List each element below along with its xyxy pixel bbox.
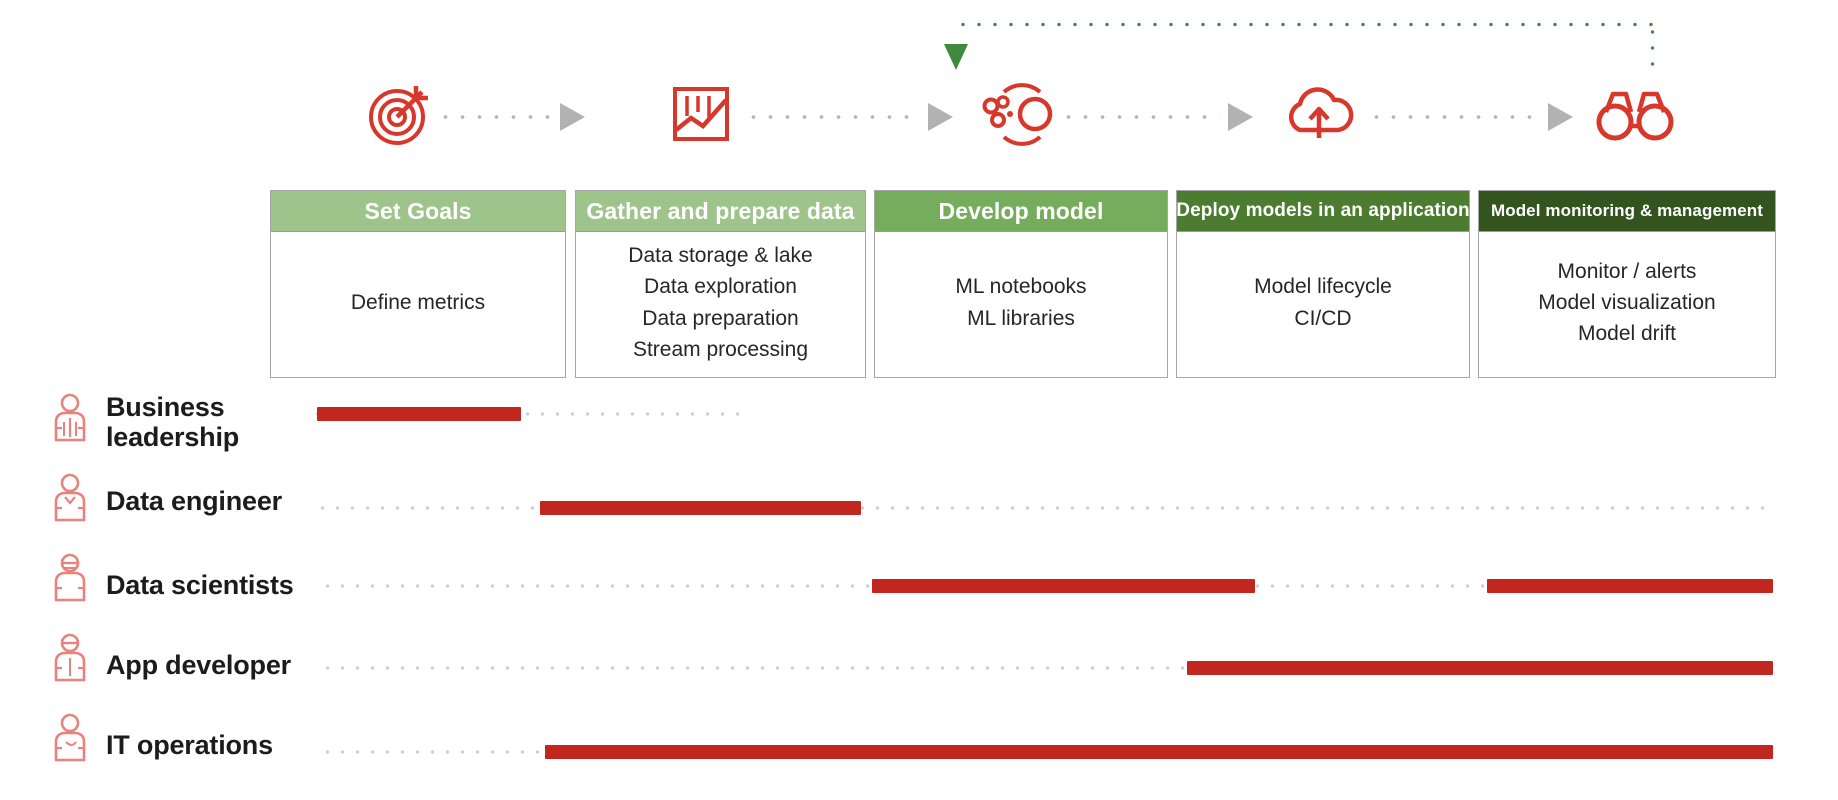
ml-lifecycle-diagram: Set Goals Define metrics Gather and prepar…	[0, 0, 1838, 800]
role-label-3: Data scientists	[106, 570, 294, 600]
stage-header-1: Set Goals	[271, 191, 565, 232]
stage-box-1[interactable]: Set Goals Define metrics	[270, 190, 566, 378]
binoculars-icon	[1590, 78, 1680, 148]
role-label-4: App developer	[106, 650, 291, 680]
role-involvement-bar	[1487, 579, 1773, 593]
stage-box-4[interactable]: Deploy models in an application Model lif…	[1176, 190, 1470, 378]
role-involvement-bar	[872, 579, 1255, 593]
stage-item: Data preparation	[642, 306, 799, 330]
stage-item: Monitor / alerts	[1557, 259, 1697, 283]
flow-connector-dots-3	[1060, 114, 1220, 120]
stage-header-2: Gather and prepare data	[576, 191, 865, 232]
stage-body-2: Data storage & lake Data exploration Data …	[576, 232, 865, 377]
person-data-engineer-icon	[48, 472, 92, 524]
person-app-developer-icon	[48, 632, 92, 684]
flow-arrow-3-icon	[1228, 103, 1253, 131]
stage-item: Stream processing	[632, 337, 809, 361]
stage-header-5: Model monitoring & management	[1479, 191, 1775, 232]
cloud-upload-icon	[1275, 78, 1365, 148]
target-icon	[355, 78, 445, 148]
role-involvement-bar	[1187, 661, 1773, 675]
role-label-2: Data engineer	[106, 486, 282, 516]
stage-box-2[interactable]: Gather and prepare data Data storage & la…	[575, 190, 866, 378]
stage-item: ML libraries	[967, 306, 1075, 330]
stage-item: Define metrics	[350, 290, 486, 314]
role-label-5: IT operations	[106, 730, 273, 760]
stage-item: Data exploration	[644, 275, 797, 299]
chart-document-icon	[655, 78, 745, 148]
stage-item: Model lifecycle	[1254, 275, 1392, 299]
stage-body-3: ML notebooks ML libraries	[875, 232, 1167, 377]
stage-body-1: Define metrics	[271, 232, 565, 377]
stage-box-3[interactable]: Develop model ML notebooks ML libraries	[874, 190, 1168, 378]
role-involvement-bar	[317, 407, 521, 421]
stage-item: Model drift	[1577, 322, 1677, 346]
person-business-leader-icon	[48, 392, 92, 444]
stage-item: Model visualization	[1538, 290, 1716, 314]
stage-box-5[interactable]: Model monitoring & management Monitor / a…	[1478, 190, 1776, 378]
feedback-loop-horizontal-dotted-line	[955, 22, 1655, 27]
role-involvement-bar	[540, 501, 861, 515]
feedback-loop-arrowhead-icon	[944, 44, 968, 70]
feedback-loop-vertical-dotted-line	[1650, 24, 1655, 72]
flow-arrow-4-icon	[1548, 103, 1573, 131]
model-nodes-icon	[975, 78, 1065, 148]
flow-connector-dots-4	[1368, 114, 1538, 120]
role-label-1: Business leadership	[106, 392, 240, 453]
role-track-2	[315, 505, 1775, 511]
stage-body-5: Monitor / alerts Model visualization Model…	[1479, 232, 1775, 377]
flow-arrow-1-icon	[560, 103, 585, 131]
stage-item: ML notebooks	[955, 275, 1087, 299]
stage-header-4: Deploy models in an application	[1177, 191, 1469, 232]
stage-body-4: Model lifecycle CI/CD	[1177, 232, 1469, 377]
stage-header-3: Develop model	[875, 191, 1167, 232]
role-involvement-bar	[545, 745, 1773, 759]
stage-item: Data storage & lake	[628, 244, 813, 268]
flow-connector-dots-1	[437, 114, 552, 120]
flow-connector-dots-2	[745, 114, 920, 120]
person-data-scientist-icon	[48, 552, 92, 604]
flow-arrow-2-icon	[928, 103, 953, 131]
stage-item: CI/CD	[1294, 306, 1352, 330]
person-it-operations-icon	[48, 712, 92, 764]
